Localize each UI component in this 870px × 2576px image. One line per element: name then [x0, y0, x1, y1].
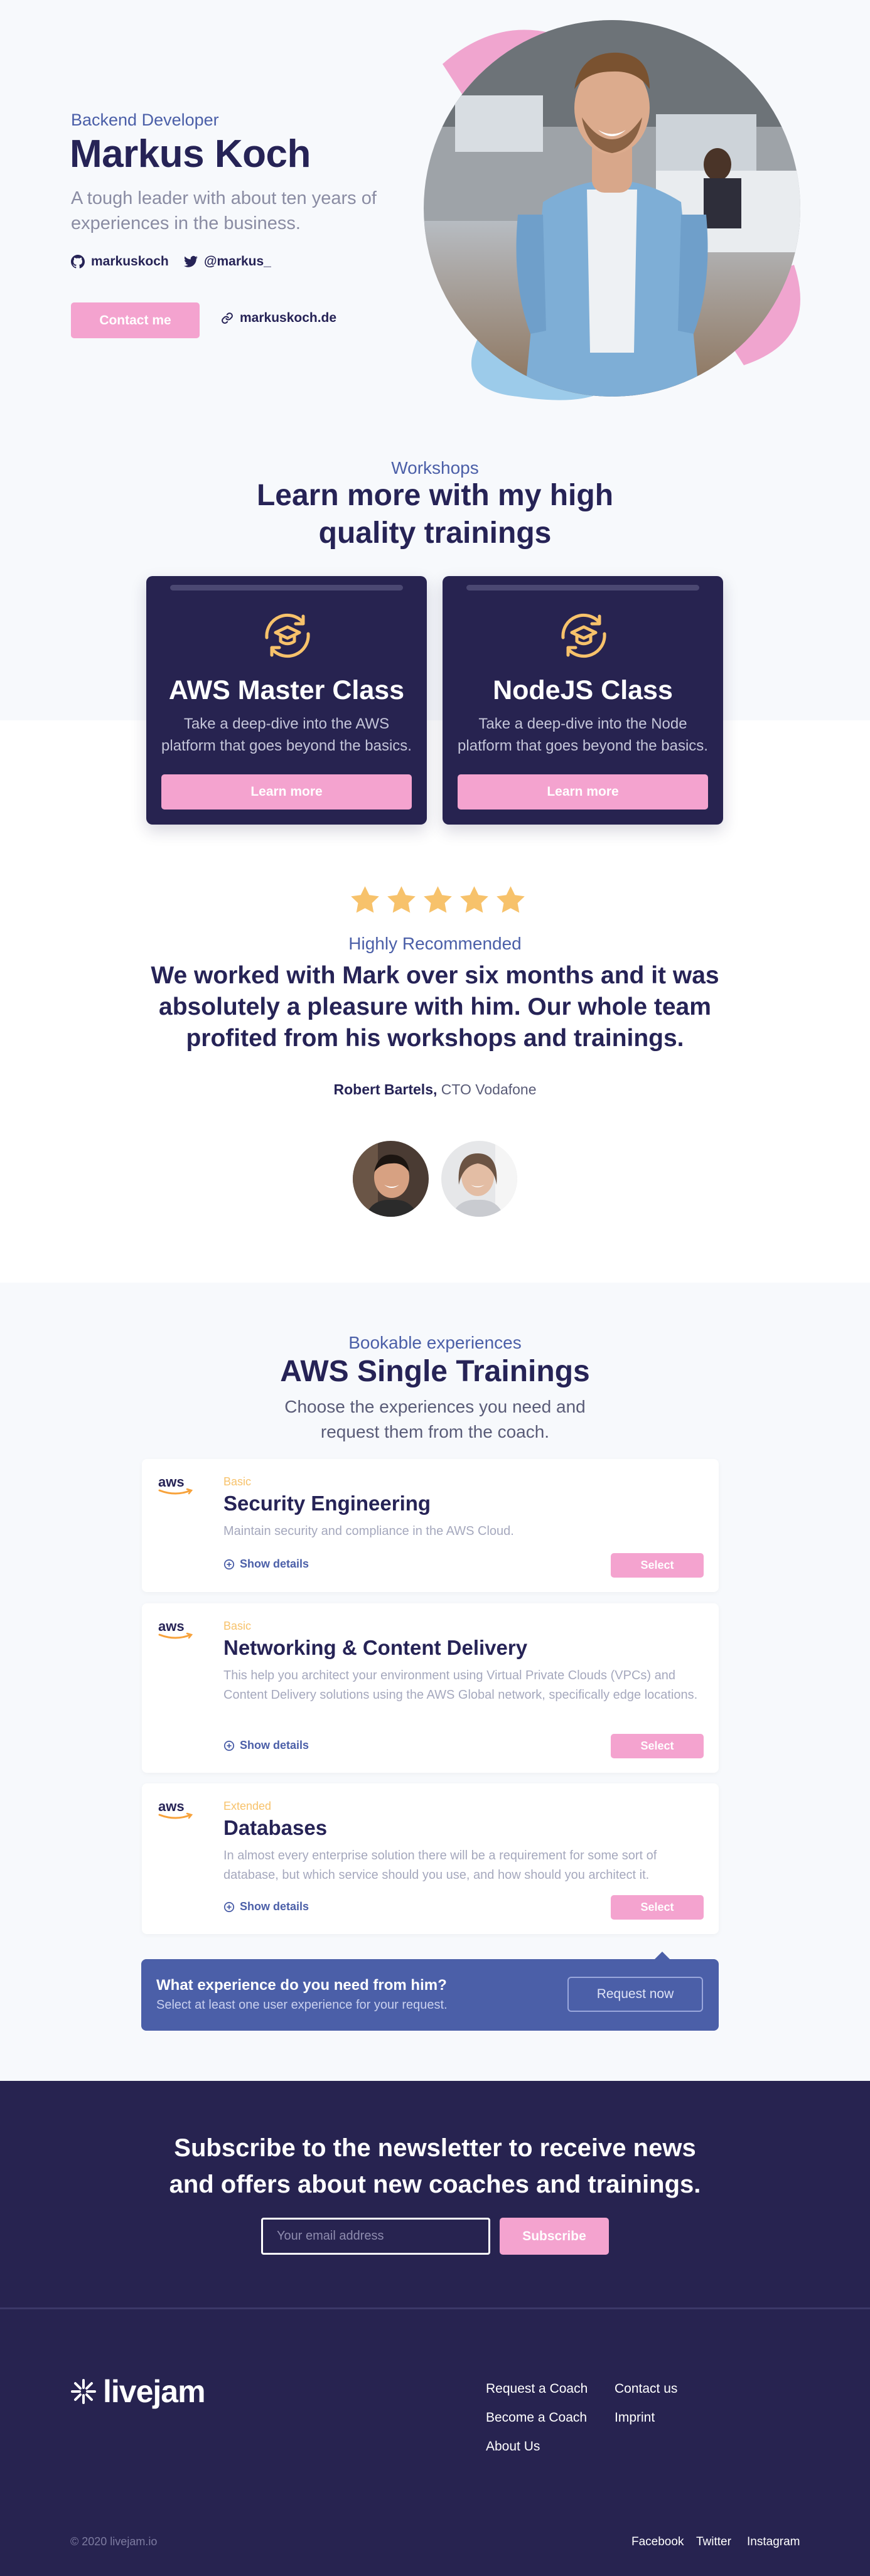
show-details-link[interactable]: Show details — [223, 1558, 309, 1571]
newsletter-title: Subscribe to the newsletter to receive n… — [0, 2130, 870, 2203]
footer-link-about[interactable]: About Us — [486, 2439, 540, 2454]
hero-name: Markus Koch — [70, 132, 311, 176]
card-top-bar — [170, 585, 403, 591]
contact-me-button[interactable]: Contact me — [71, 302, 200, 338]
trainings-subtitle: Choose the experiences you need and requ… — [284, 1397, 586, 1441]
aws-logo: aws — [158, 1474, 193, 1495]
request-panel: What experience do you need from him? Se… — [141, 1952, 719, 2031]
footer-link-facebook[interactable]: Facebook — [631, 2535, 684, 2549]
select-button[interactable]: Select — [611, 1553, 704, 1578]
workshop-desc: Take a deep-dive into the AWS platform t… — [161, 715, 412, 754]
footer-link-contact[interactable]: Contact us — [615, 2381, 677, 2397]
hero-role: Backend Developer — [71, 110, 219, 129]
training-card: aws Basic Networking & Content Delivery … — [142, 1603, 719, 1773]
training-desc: This help you architect your environment… — [223, 1669, 698, 1702]
svg-text:aws: aws — [158, 1618, 185, 1634]
footer-link-twitter[interactable]: Twitter — [696, 2535, 731, 2549]
plus-circle-icon — [223, 1740, 235, 1751]
footer-link-instagram[interactable]: Instagram — [747, 2535, 800, 2549]
training-card: aws Extended Databases In almost every e… — [142, 1783, 719, 1934]
star-icon — [460, 886, 488, 913]
footer-divider — [0, 2307, 870, 2309]
link-icon — [222, 313, 233, 324]
workshop-card: NodeJS Class Take a deep-dive into the N… — [443, 576, 723, 825]
request-hint: Select at least one user experience for … — [156, 1998, 448, 2012]
hero-tagline: A tough leader with about ten years of e… — [71, 188, 377, 233]
footer-link-request-coach[interactable]: Request a Coach — [486, 2381, 588, 2397]
github-handle: markuskoch — [91, 254, 169, 269]
training-desc: In almost every enterprise solution ther… — [223, 1849, 657, 1882]
show-details-label: Show details — [240, 1739, 309, 1751]
copyright: © 2020 livejam.io — [70, 2535, 158, 2548]
star-icon — [424, 886, 452, 913]
show-details-link[interactable]: Show details — [223, 1900, 309, 1913]
twitter-handle: @markus_ — [204, 254, 271, 269]
testimonial-eyebrow: Highly Recommended — [348, 934, 522, 953]
footer-link-imprint[interactable]: Imprint — [615, 2410, 655, 2425]
footer-link-become-coach[interactable]: Become a Coach — [486, 2410, 587, 2425]
workshop-title: NodeJS Class — [493, 675, 673, 705]
author-name: Robert Bartels, — [333, 1081, 438, 1098]
newsletter-title-line1: Subscribe to the newsletter to receive n… — [174, 2134, 696, 2162]
reviewer-avatar[interactable] — [353, 1141, 429, 1217]
brand-name: livejam — [103, 2374, 206, 2409]
training-level: Basic — [223, 1620, 252, 1632]
show-details-label: Show details — [240, 1900, 309, 1913]
website-link[interactable]: markuskoch.de — [221, 311, 336, 326]
twitter-link[interactable]: @markus_ — [184, 254, 271, 269]
testimonial-author: Robert Bartels, CTO Vodafone — [0, 1081, 870, 1098]
aws-logo: aws — [158, 1798, 193, 1819]
website-text: markuskoch.de — [240, 311, 337, 325]
testimonial-quote: We worked with Mark over six months and … — [151, 962, 719, 1052]
show-details-label: Show details — [240, 1558, 309, 1570]
trainings-title: AWS Single Trainings — [280, 1355, 590, 1388]
plus-circle-icon — [223, 1559, 235, 1569]
star-icon — [497, 886, 525, 913]
author-role: CTO Vodafone — [437, 1081, 537, 1098]
training-desc: Maintain security and compliance in the … — [223, 1524, 514, 1538]
subscribe-button[interactable]: Subscribe — [500, 2218, 609, 2255]
workshops-title-line1: Learn more with my high — [256, 479, 614, 512]
learn-more-button[interactable]: Learn more — [161, 774, 412, 810]
graduation-cap-icon — [561, 613, 606, 658]
request-now-button[interactable]: Request now — [567, 1977, 703, 2012]
github-link[interactable]: markuskoch — [71, 254, 169, 269]
star-icon — [387, 886, 416, 913]
card-top-bar — [466, 585, 699, 591]
svg-text:aws: aws — [158, 1474, 185, 1490]
graduation-cap-icon — [265, 613, 310, 658]
trainings-eyebrow: Bookable experiences — [348, 1333, 522, 1352]
workshops-title-line2: quality trainings — [318, 516, 552, 550]
workshops-eyebrow: Workshops — [391, 458, 479, 478]
reviewer-avatar[interactable] — [441, 1141, 517, 1217]
plus-circle-icon — [223, 1901, 235, 1912]
training-title: Networking & Content Delivery — [223, 1636, 528, 1659]
aws-logo: aws — [158, 1618, 193, 1639]
livejam-logo[interactable]: livejam — [70, 2373, 206, 2410]
request-panel-pointer — [653, 1952, 671, 1960]
learn-more-button[interactable]: Learn more — [458, 774, 708, 810]
svg-text:aws: aws — [158, 1798, 185, 1814]
profile-photo — [424, 20, 800, 400]
workshop-card: AWS Master Class Take a deep-dive into t… — [146, 576, 427, 825]
show-details-link[interactable]: Show details — [223, 1739, 309, 1752]
workshop-title: AWS Master Class — [168, 675, 405, 705]
training-title: Databases — [223, 1816, 328, 1839]
livejam-star-icon — [71, 2379, 96, 2404]
training-title: Security Engineering — [223, 1492, 431, 1515]
request-question: What experience do you need from him? — [156, 1977, 447, 1994]
select-button[interactable]: Select — [611, 1734, 704, 1758]
workshop-desc: Take a deep-dive into the Node platform … — [458, 715, 708, 754]
training-level: Basic — [223, 1475, 252, 1488]
twitter-icon — [184, 255, 198, 267]
training-card: aws Basic Security Engineering Maintain … — [142, 1459, 719, 1592]
star-icon — [351, 886, 379, 913]
newsletter-title-line2: and offers about new coaches and trainin… — [169, 2171, 701, 2198]
training-level: Extended — [223, 1800, 272, 1812]
email-input[interactable]: Your email address — [261, 2218, 490, 2255]
select-button[interactable]: Select — [611, 1895, 704, 1920]
github-icon — [71, 255, 85, 269]
rating-stars — [349, 885, 527, 916]
